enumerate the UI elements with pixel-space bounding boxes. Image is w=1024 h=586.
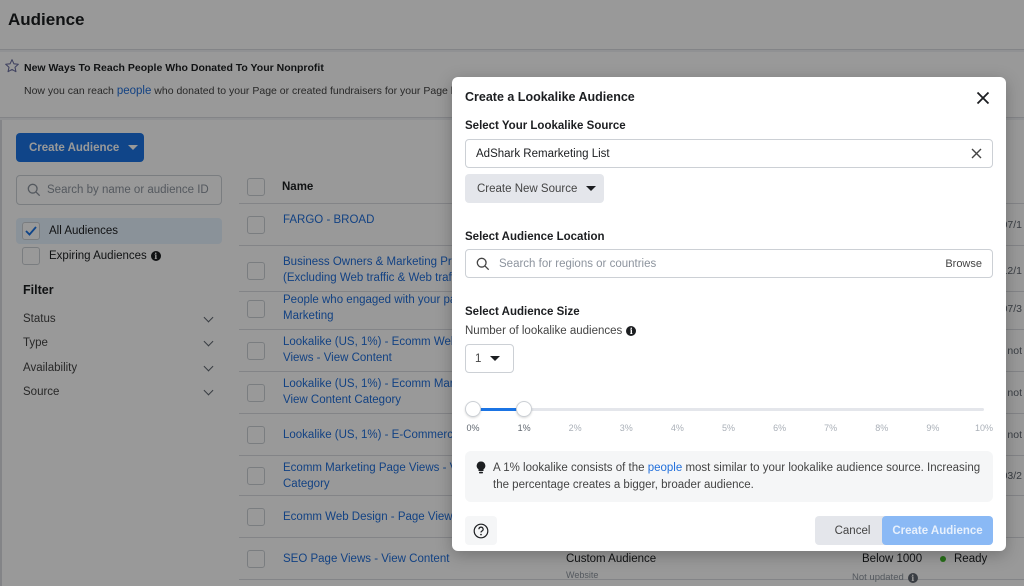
slider-tick-label: 1%: [517, 423, 531, 433]
dialog-title: Create a Lookalike Audience: [465, 90, 635, 104]
create-audience-submit-button[interactable]: Create Audience: [882, 516, 993, 545]
search-icon: [476, 257, 490, 270]
browse-button[interactable]: Browse: [945, 258, 982, 270]
slider-tick-label: 8%: [875, 423, 889, 433]
audience-size-slider[interactable]: [465, 401, 984, 417]
slider-tick-label: 10%: [974, 423, 994, 433]
slider-tick-label: 0%: [466, 423, 480, 433]
question-icon: [473, 523, 489, 538]
lookalike-audience-dialog: Create a Lookalike Audience Select Your …: [452, 77, 1006, 551]
slider-track[interactable]: [473, 408, 984, 411]
tip-people-link[interactable]: people: [648, 462, 683, 474]
location-search-input[interactable]: Search for regions or countries Browse: [465, 249, 993, 278]
help-button[interactable]: [465, 516, 497, 545]
location-label: Select Audience Location: [465, 231, 605, 243]
tip-text-start: A 1% lookalike consists of the: [493, 462, 648, 474]
number-value: 1: [475, 352, 482, 365]
slider-tick-label: 7%: [824, 423, 838, 433]
size-label: Select Audience Size: [465, 306, 580, 318]
lightbulb-icon: [476, 461, 486, 474]
slider-end-handle[interactable]: [516, 401, 533, 417]
number-label-text: Number of lookalike audiences: [465, 325, 623, 337]
slider-start-handle[interactable]: [465, 401, 481, 417]
number-of-audiences-label: Number of lookalike audiences i: [465, 325, 637, 337]
lookalike-tip: A 1% lookalike consists of the people mo…: [465, 451, 993, 502]
lookalike-source-input[interactable]: AdShark Remarketing List: [465, 139, 993, 168]
caret-down-icon: [586, 186, 597, 191]
slider-tick-label: 2%: [568, 423, 582, 433]
number-of-audiences-select[interactable]: 1: [465, 344, 514, 373]
create-new-source-button[interactable]: Create New Source: [465, 174, 604, 203]
create-new-source-label: Create New Source: [477, 182, 578, 195]
slider-tick-label: 4%: [670, 423, 684, 433]
slider-tick-label: 3%: [619, 423, 633, 433]
slider-tick-label: 5%: [721, 423, 736, 433]
clear-icon[interactable]: [971, 148, 982, 159]
location-placeholder: Search for regions or countries: [499, 257, 657, 270]
close-icon[interactable]: [976, 91, 990, 105]
caret-down-icon: [490, 356, 501, 361]
source-value: AdShark Remarketing List: [476, 147, 610, 160]
source-label: Select Your Lookalike Source: [465, 120, 626, 132]
info-icon[interactable]: i: [626, 326, 637, 336]
slider-tick-label: 6%: [773, 423, 787, 433]
slider-tick-labels: 0% 1% 2% 3% 4% 5% 6% 7% 8% 9% 10%: [466, 423, 993, 435]
slider-tick-label: 9%: [926, 423, 940, 433]
cancel-button[interactable]: Cancel: [815, 516, 890, 545]
